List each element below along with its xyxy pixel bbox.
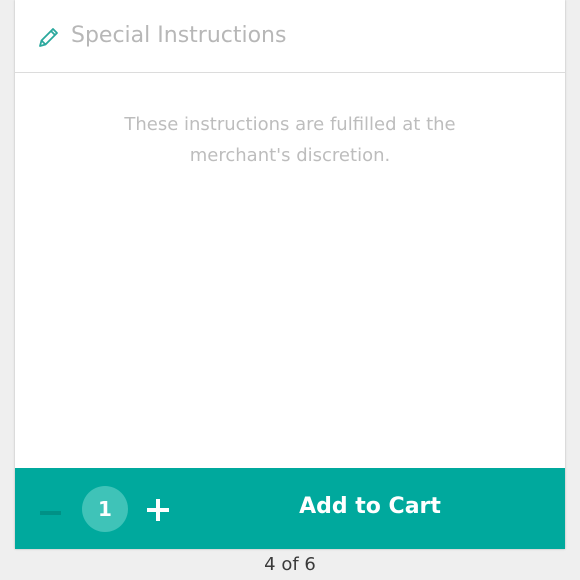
- add-to-cart-bar: 1 Add to Cart: [15, 468, 565, 549]
- special-instructions-placeholder: Special Instructions: [71, 23, 287, 48]
- add-to-cart-button[interactable]: Add to Cart: [255, 482, 485, 532]
- instructions-disclaimer: These instructions are fulfilled at the …: [15, 109, 565, 171]
- disclaimer-line: These instructions are fulfilled at the: [124, 114, 456, 135]
- disclaimer-line: merchant's discretion.: [189, 145, 391, 166]
- page-indicator: 4 of 6: [264, 554, 316, 575]
- item-detail-card: Special Instructions These instructions …: [15, 0, 565, 549]
- special-instructions-field[interactable]: Special Instructions: [15, 0, 565, 73]
- increase-quantity-button[interactable]: [147, 499, 169, 521]
- quantity-badge: 1: [82, 486, 128, 532]
- decrease-quantity-button[interactable]: [40, 511, 61, 515]
- pencil-icon: [39, 28, 58, 47]
